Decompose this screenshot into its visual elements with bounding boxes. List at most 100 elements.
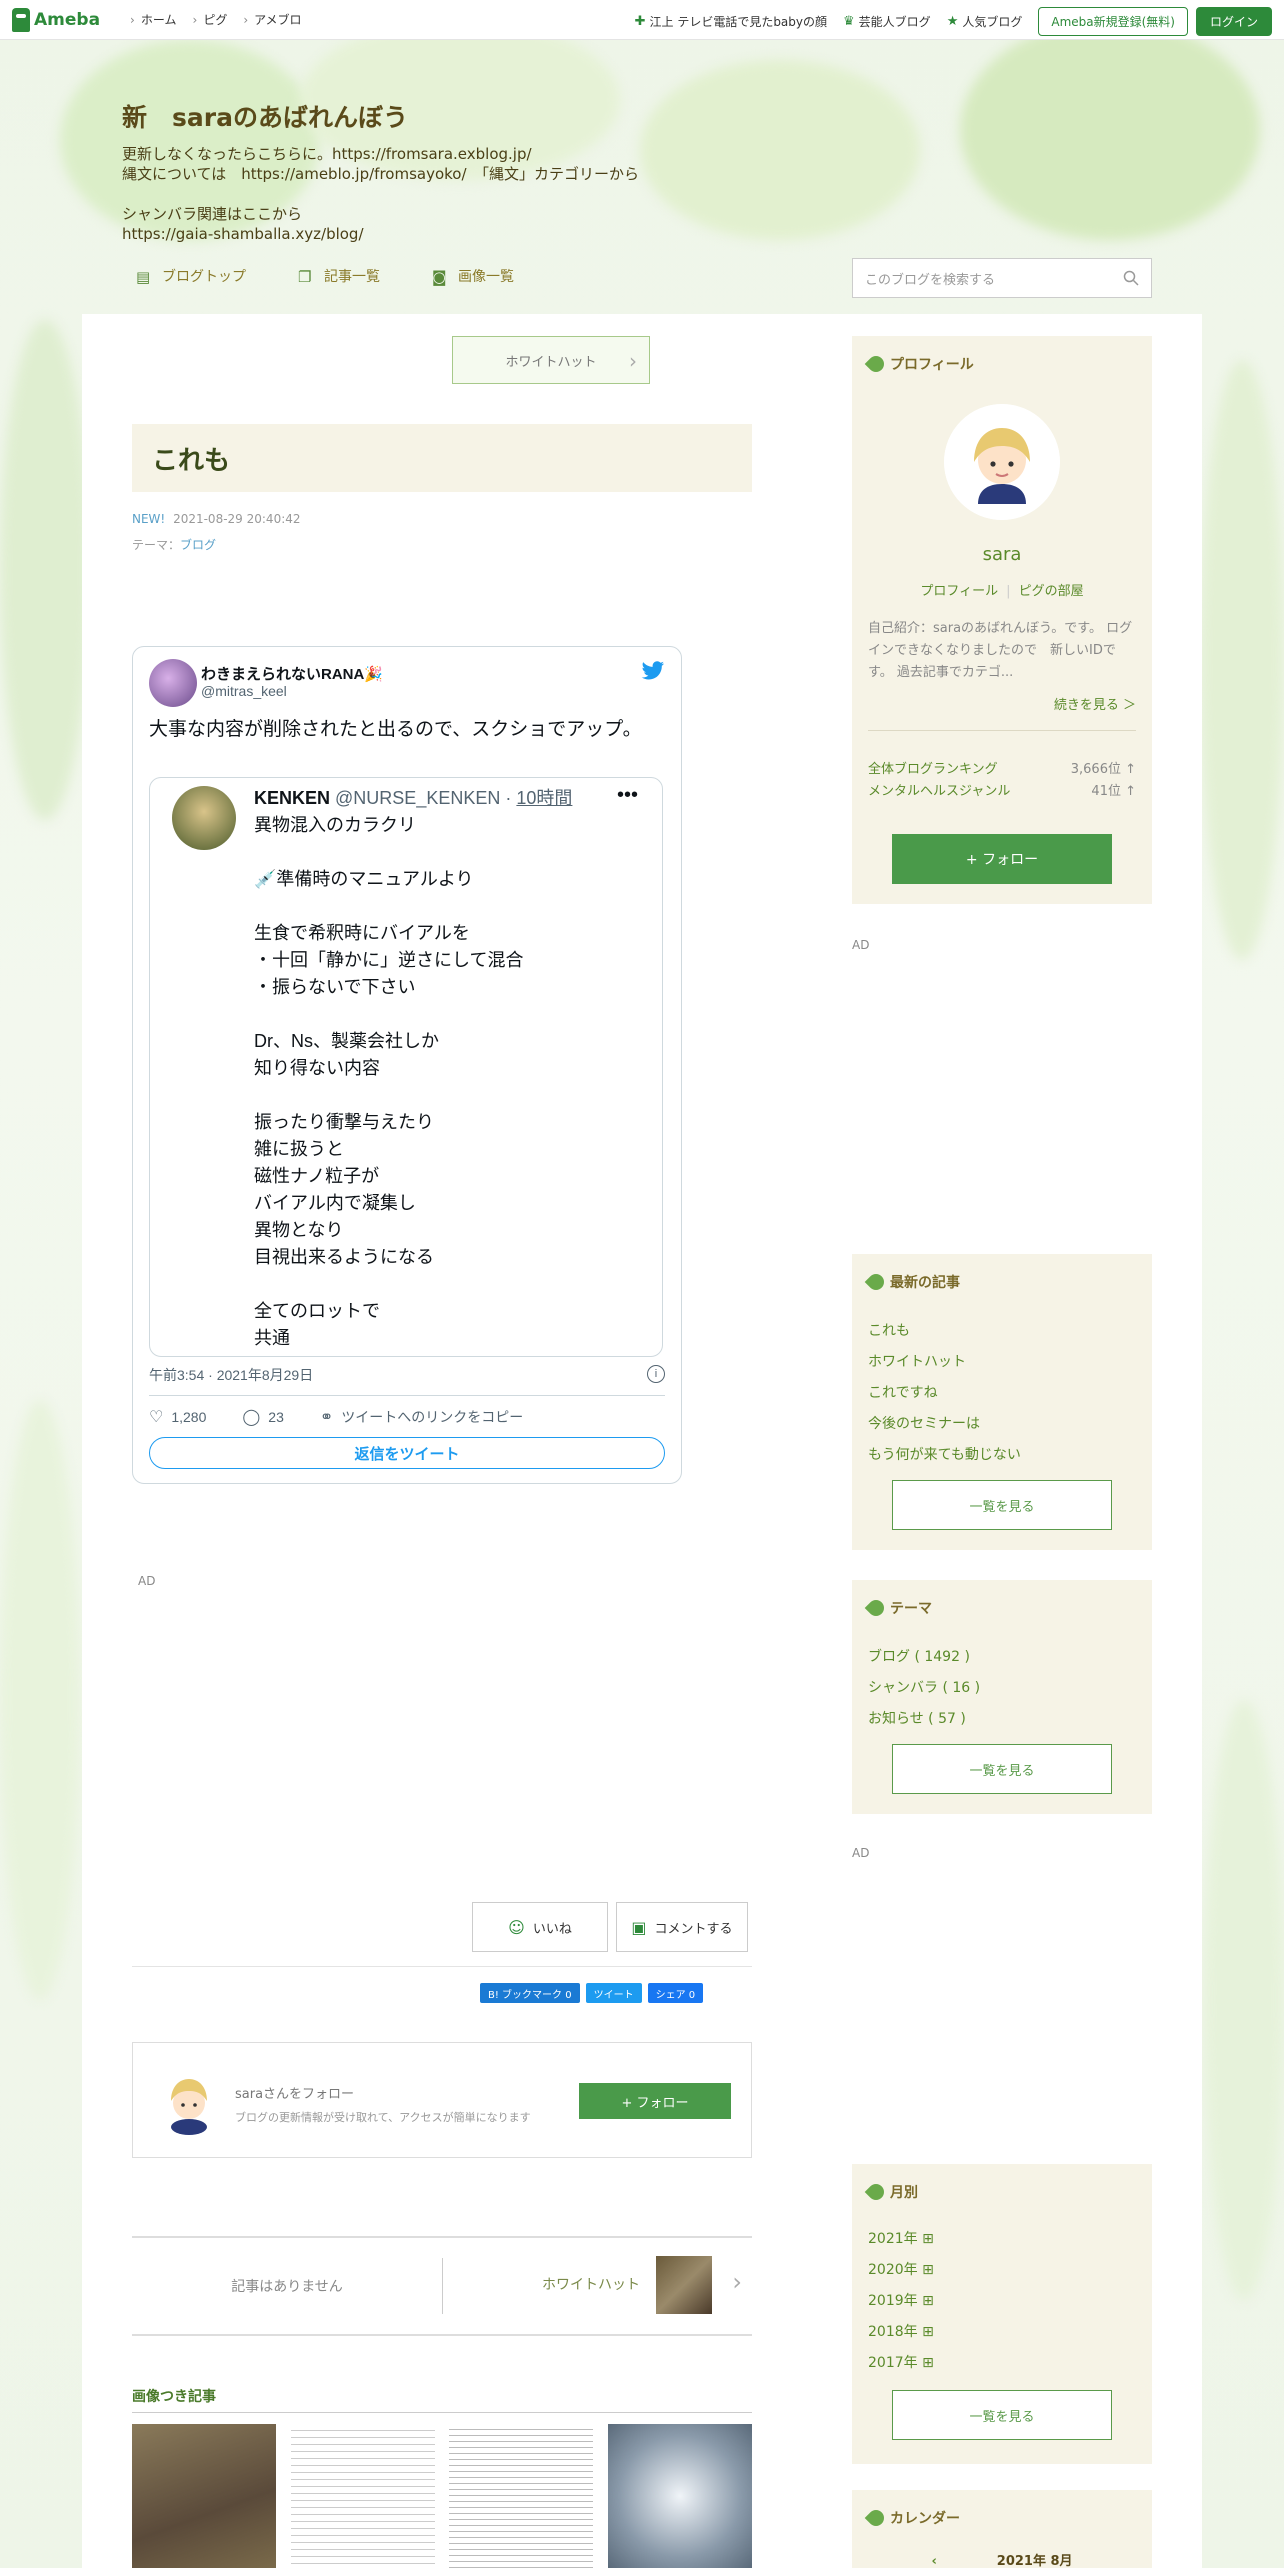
image-thumb-2[interactable] [290, 2424, 435, 2568]
quoted-tweet-time[interactable]: 10時間 [516, 788, 572, 808]
register-button[interactable]: Ameba新規登録(無料) [1038, 7, 1188, 36]
month-item[interactable]: 2020年 ⊞ [868, 2259, 934, 2290]
month-item[interactable]: 2021年 ⊞ [868, 2228, 934, 2259]
latest-item[interactable]: 今後のセミナーは [868, 1413, 1021, 1444]
follow-button-main[interactable]: + フォロー [579, 2083, 731, 2119]
latest-item[interactable]: これも [868, 1320, 1021, 1351]
profile-links: プロフィール | ピグの部屋 [852, 580, 1152, 599]
entry-title[interactable]: これも [132, 424, 752, 492]
leaf-icon [864, 2180, 888, 2204]
ranking-genre[interactable]: メンタルヘルスジャンル 41位 ↑ [868, 780, 1136, 799]
expand-icon[interactable]: ⊞ [922, 2231, 934, 2247]
blog-nav-top[interactable]: ▤ ブログトップ [136, 266, 246, 286]
calendar-heading-label: カレンダー [890, 2511, 960, 2527]
nav-pigg[interactable]: ピグ [193, 11, 227, 28]
image-thumb-3[interactable] [449, 2424, 594, 2568]
next-entry-thumbnail[interactable] [656, 2256, 712, 2314]
profile-name[interactable]: sara [852, 544, 1152, 565]
profile-divider [868, 730, 1136, 731]
profile-intro: 自己紹介：saraのあばれんぼう。です。 ログインできなくなりましたので 新しい… [868, 621, 1133, 680]
image-thumb-1[interactable] [132, 2424, 276, 2568]
link-separator: | [1006, 584, 1011, 599]
latest-item[interactable]: ホワイトハット [868, 1351, 1021, 1382]
tweet-author-avatar[interactable] [149, 659, 197, 707]
search-icon[interactable] [1123, 270, 1139, 286]
embedded-tweet[interactable]: わきまえられないRANA🎉 @mitras_keel 大事な内容が削除されたと出… [132, 646, 682, 1484]
theme-view-all-button[interactable]: 一覧を見る [892, 1744, 1112, 1794]
quoted-tweet[interactable]: KENKEN @NURSE_KENKEN · 10時間 ••• 異物混入のカラク… [149, 777, 663, 1357]
info-icon[interactable]: i [647, 1365, 665, 1383]
month-item[interactable]: 2017年 ⊞ [868, 2352, 934, 2383]
more-options-icon[interactable]: ••• [617, 784, 638, 807]
celebrity-blog-link[interactable]: ♛ 芸能人ブログ [843, 13, 931, 30]
quoted-author-name[interactable]: KENKEN [254, 788, 330, 808]
month-item[interactable]: 2018年 ⊞ [868, 2321, 934, 2352]
login-button[interactable]: ログイン [1195, 7, 1272, 36]
tweet-author-handle[interactable]: @mitras_keel [201, 683, 287, 699]
tweet-actions: ♡ 1,280 ◯ 23 ⚭ ツイートへのリンクをコピー [149, 1407, 559, 1427]
nav-home[interactable]: ホーム [130, 11, 177, 28]
hatena-bookmark-button[interactable]: B! ブックマーク 0 [480, 1983, 580, 2003]
reply-tweet-button[interactable]: 返信をツイート [149, 1437, 665, 1469]
theme-item[interactable]: シャンバラ ( 16 ) [868, 1677, 980, 1708]
author-avatar[interactable] [157, 2069, 221, 2135]
profile-avatar[interactable] [944, 404, 1060, 520]
theme-item[interactable]: お知らせ ( 57 ) [868, 1708, 980, 1739]
profile-link[interactable]: プロフィール [920, 584, 998, 599]
reaction-row: ☺ いいね ▣ コメントする [472, 1902, 748, 1952]
pigg-room-link[interactable]: ピグの部屋 [1019, 584, 1084, 599]
image-thumb-4[interactable] [607, 2424, 752, 2568]
profile-heading: プロフィール [864, 352, 974, 376]
twitter-bird-icon[interactable] [641, 661, 665, 681]
quoted-author-handle[interactable]: @NURSE_KENKEN [335, 788, 500, 808]
follow-card-subtitle: ブログの更新情報が受け取れて、アクセスが簡単になります [235, 2111, 531, 2124]
monthly-list: 2021年 ⊞ 2020年 ⊞ 2019年 ⊞ 2018年 ⊞ 2017年 ⊞ [868, 2228, 934, 2383]
blog-nav-images[interactable]: ◙ 画像一覧 [432, 266, 514, 286]
month-item[interactable]: 2019年 ⊞ [868, 2290, 934, 2321]
sidebar-monthly: 月別 2021年 ⊞ 2020年 ⊞ 2019年 ⊞ 2018年 ⊞ 2017年… [852, 2164, 1152, 2464]
expand-icon[interactable]: ⊞ [922, 2293, 934, 2309]
next-entry-link[interactable]: ホワイトハット [542, 2274, 640, 2294]
blog-title[interactable]: 新 saraのあばれんぼう [122, 98, 882, 134]
tweet-divider [149, 1395, 665, 1396]
tweet-author-name[interactable]: わきまえられないRANA🎉 [201, 663, 383, 684]
copy-link-action[interactable]: ⚭ ツイートへのリンクをコピー [320, 1407, 541, 1427]
global-nav: ホーム ピグ アメブロ [114, 11, 302, 28]
ameba-logo[interactable]: Ameba [12, 7, 100, 32]
popular-blog-link[interactable]: ★ 人気ブログ [947, 13, 1023, 30]
latest-item[interactable]: これですね [868, 1382, 1021, 1413]
expand-icon[interactable]: ⊞ [922, 2355, 934, 2371]
trending-link[interactable]: ✚ 江上 テレビ電話で見たbabyの顔 [635, 13, 827, 30]
latest-view-all-button[interactable]: 一覧を見る [892, 1480, 1112, 1530]
like-action[interactable]: ♡ 1,280 [149, 1407, 224, 1427]
theme-item[interactable]: ブログ ( 1492 ) [868, 1646, 980, 1677]
follow-card-title: saraさんをフォロー [235, 2087, 355, 2102]
expand-icon[interactable]: ⊞ [922, 2262, 934, 2278]
reply-count: 23 [268, 1409, 284, 1425]
trend-icon: ✚ [634, 14, 646, 29]
calendar-prev-icon[interactable]: ‹ [931, 2554, 936, 2568]
reply-action[interactable]: ◯ 23 [242, 1407, 301, 1427]
ad-label-sidebar-1: AD [852, 938, 870, 952]
monthly-view-all-button[interactable]: 一覧を見る [892, 2390, 1112, 2440]
latest-item[interactable]: もう何が来ても動じない [868, 1444, 1021, 1475]
quoted-tweet-header: KENKEN @NURSE_KENKEN · 10時間 [254, 784, 572, 810]
quoted-author-avatar[interactable] [172, 786, 236, 850]
tweet-share-button[interactable]: ツイート [585, 1983, 642, 2003]
blog-nav-entries[interactable]: ❐ 記事一覧 [298, 266, 380, 286]
comment-button[interactable]: ▣ コメントする [616, 1902, 748, 1952]
expand-icon[interactable]: ⊞ [922, 2324, 934, 2340]
like-button[interactable]: ☺ いいね [472, 1902, 608, 1952]
follow-button-sidebar[interactable]: + フォロー [892, 834, 1112, 884]
monthly-heading: 月別 [864, 2180, 918, 2204]
entry-theme-link[interactable]: ブログ [180, 538, 216, 552]
chevron-right-icon[interactable]: › [732, 2268, 742, 2296]
ranking-overall[interactable]: 全体ブログランキング 3,666位 ↑ [868, 758, 1136, 777]
blog-search-input[interactable]: このブログを検索する [852, 258, 1152, 298]
smile-icon: ☺ [508, 1917, 525, 1937]
profile-more-link[interactable]: 続きを見る ＞ [1054, 694, 1136, 713]
facebook-share-button[interactable]: シェア 0 [647, 1983, 704, 2003]
nav-ameblo[interactable]: アメブロ [243, 11, 301, 28]
prev-entry-top-button[interactable]: ホワイトハット › [452, 336, 650, 384]
tweet-date[interactable]: 午前3:54 · 2021年8月29日 [149, 1365, 313, 1385]
